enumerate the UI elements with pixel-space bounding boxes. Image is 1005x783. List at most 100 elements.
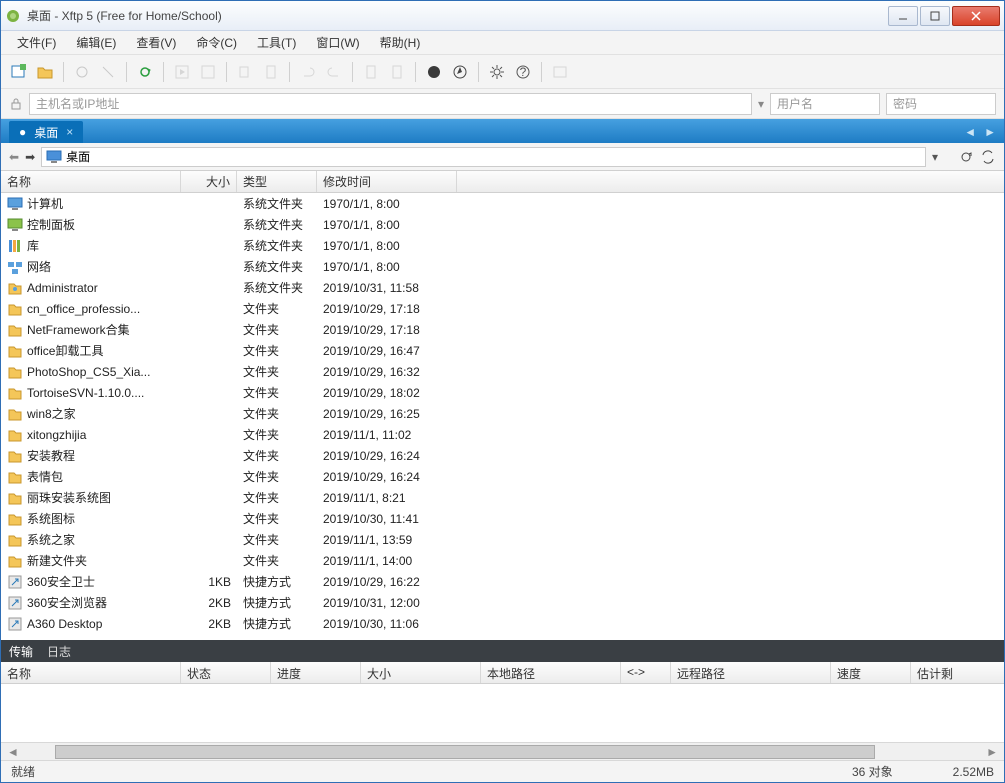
app-icon [5,8,21,24]
col-name[interactable]: 名称 [1,171,181,192]
forward-icon[interactable]: ➡ [25,150,35,164]
tcol-size[interactable]: 大小 [361,662,481,683]
tcol-local[interactable]: 本地路径 [481,662,621,683]
file-list[interactable]: 计算机系统文件夹1970/1/1, 8:00控制面板系统文件夹1970/1/1,… [1,193,1004,640]
file-row[interactable]: 计算机系统文件夹1970/1/1, 8:00 [1,193,1004,214]
copy-icon[interactable] [235,62,255,82]
file-row[interactable]: 360安全卫士1KB快捷方式2019/10/29, 16:22 [1,571,1004,592]
menu-edit[interactable]: 编辑(E) [68,32,124,53]
connect-icon[interactable] [72,62,92,82]
maximize-button[interactable] [920,6,950,26]
file-name: 丽珠安装系统图 [27,489,111,506]
help-icon[interactable]: ? [513,62,533,82]
doc1-icon[interactable] [361,62,381,82]
file-modified: 2019/10/29, 16:24 [317,470,457,484]
tcol-arrow[interactable]: <-> [621,662,671,683]
file-icon [7,532,23,548]
tcol-speed[interactable]: 速度 [831,662,911,683]
svg-text:?: ? [520,65,527,79]
transfer-list[interactable] [1,684,1004,742]
menu-help[interactable]: 帮助(H) [372,32,429,53]
file-type: 文件夹 [237,384,317,401]
file-row[interactable]: 系统图标文件夹2019/10/30, 11:41 [1,508,1004,529]
tab-next-icon[interactable]: ► [984,125,996,139]
new-session-icon[interactable] [9,62,29,82]
paste-icon[interactable] [261,62,281,82]
file-row[interactable]: 新建文件夹文件夹2019/11/1, 14:00 [1,550,1004,571]
tcol-status[interactable]: 状态 [181,662,271,683]
close-button[interactable] [952,6,1000,26]
sync-icon[interactable] [135,62,155,82]
file-row[interactable]: cn_office_professio...文件夹2019/10/29, 17:… [1,298,1004,319]
dropdown-icon[interactable]: ▾ [758,97,764,111]
undo-icon[interactable] [298,62,318,82]
password-input[interactable]: 密码 [886,93,996,115]
file-row[interactable]: xitongzhijia文件夹2019/11/1, 11:02 [1,424,1004,445]
file-type: 系统文件夹 [237,195,317,212]
tab-log[interactable]: 日志 [47,643,71,660]
redo-icon[interactable] [324,62,344,82]
file-name: TortoiseSVN-1.10.0.... [27,386,144,400]
file-icon [7,322,23,338]
file-row[interactable]: 控制面板系统文件夹1970/1/1, 8:00 [1,214,1004,235]
scroll-left-icon[interactable]: ◄ [1,745,25,759]
compass-icon[interactable] [450,62,470,82]
host-input[interactable]: 主机名或IP地址 [29,93,752,115]
window-icon[interactable] [550,62,570,82]
disconnect-icon[interactable] [98,62,118,82]
horizontal-scrollbar[interactable]: ◄ ► [1,742,1004,760]
tcol-remote[interactable]: 远程路径 [671,662,831,683]
menu-file[interactable]: 文件(F) [9,32,64,53]
file-modified: 2019/10/29, 16:25 [317,407,457,421]
file-row[interactable]: 网络系统文件夹1970/1/1, 8:00 [1,256,1004,277]
file-type: 文件夹 [237,300,317,317]
file-row[interactable]: PhotoShop_CS5_Xia...文件夹2019/10/29, 16:32 [1,361,1004,382]
menu-tools[interactable]: 工具(T) [249,32,304,53]
file-row[interactable]: Administrator系统文件夹2019/10/31, 11:58 [1,277,1004,298]
tab-close-icon[interactable]: × [66,125,73,139]
doc2-icon[interactable] [387,62,407,82]
tcol-progress[interactable]: 进度 [271,662,361,683]
file-row[interactable]: 丽珠安装系统图文件夹2019/11/1, 8:21 [1,487,1004,508]
titlebar[interactable]: 桌面 - Xftp 5 (Free for Home/School) [1,1,1004,31]
settings-icon[interactable] [487,62,507,82]
col-type[interactable]: 类型 [237,171,317,192]
tcol-name[interactable]: 名称 [1,662,181,683]
menu-view[interactable]: 查看(V) [128,32,184,53]
file-row[interactable]: 系统之家文件夹2019/11/1, 13:59 [1,529,1004,550]
back-icon[interactable]: ⬅ [9,150,19,164]
file-row[interactable]: TortoiseSVN-1.10.0....文件夹2019/10/29, 18:… [1,382,1004,403]
refresh-icon[interactable] [958,149,974,165]
tab-transfer[interactable]: 传输 [9,643,33,660]
path-dropdown-icon[interactable]: ▾ [932,150,938,164]
file-type: 文件夹 [237,321,317,338]
file-row[interactable]: NetFramework合集文件夹2019/10/29, 17:18 [1,319,1004,340]
col-size[interactable]: 大小 [181,171,237,192]
play-icon[interactable] [172,62,192,82]
file-row[interactable]: win8之家文件夹2019/10/29, 16:25 [1,403,1004,424]
open-icon[interactable] [35,62,55,82]
menu-window[interactable]: 窗口(W) [308,32,367,53]
file-row[interactable]: 安装教程文件夹2019/10/29, 16:24 [1,445,1004,466]
session-tab-desktop[interactable]: ● 桌面 × [9,121,83,143]
globe-icon[interactable] [424,62,444,82]
minimize-button[interactable] [888,6,918,26]
path-input[interactable]: 桌面 [41,147,926,167]
file-type: 文件夹 [237,489,317,506]
stop-icon[interactable] [198,62,218,82]
username-input[interactable]: 用户名 [770,93,880,115]
file-row[interactable]: A360 Desktop2KB快捷方式2019/10/30, 11:06 [1,613,1004,634]
tcol-eta[interactable]: 估计剩 [911,662,1004,683]
file-row[interactable]: 库系统文件夹1970/1/1, 8:00 [1,235,1004,256]
file-row[interactable]: office卸载工具文件夹2019/10/29, 16:47 [1,340,1004,361]
tab-prev-icon[interactable]: ◄ [964,125,976,139]
file-row[interactable]: 360安全浏览器2KB快捷方式2019/10/31, 12:00 [1,592,1004,613]
scroll-right-icon[interactable]: ► [980,745,1004,759]
scrollbar-thumb[interactable] [55,745,875,759]
cycle-icon[interactable] [980,149,996,165]
menu-command[interactable]: 命令(C) [188,32,245,53]
col-modified[interactable]: 修改时间 [317,171,457,192]
file-type: 文件夹 [237,447,317,464]
file-row[interactable]: 表情包文件夹2019/10/29, 16:24 [1,466,1004,487]
menubar: 文件(F) 编辑(E) 查看(V) 命令(C) 工具(T) 窗口(W) 帮助(H… [1,31,1004,55]
